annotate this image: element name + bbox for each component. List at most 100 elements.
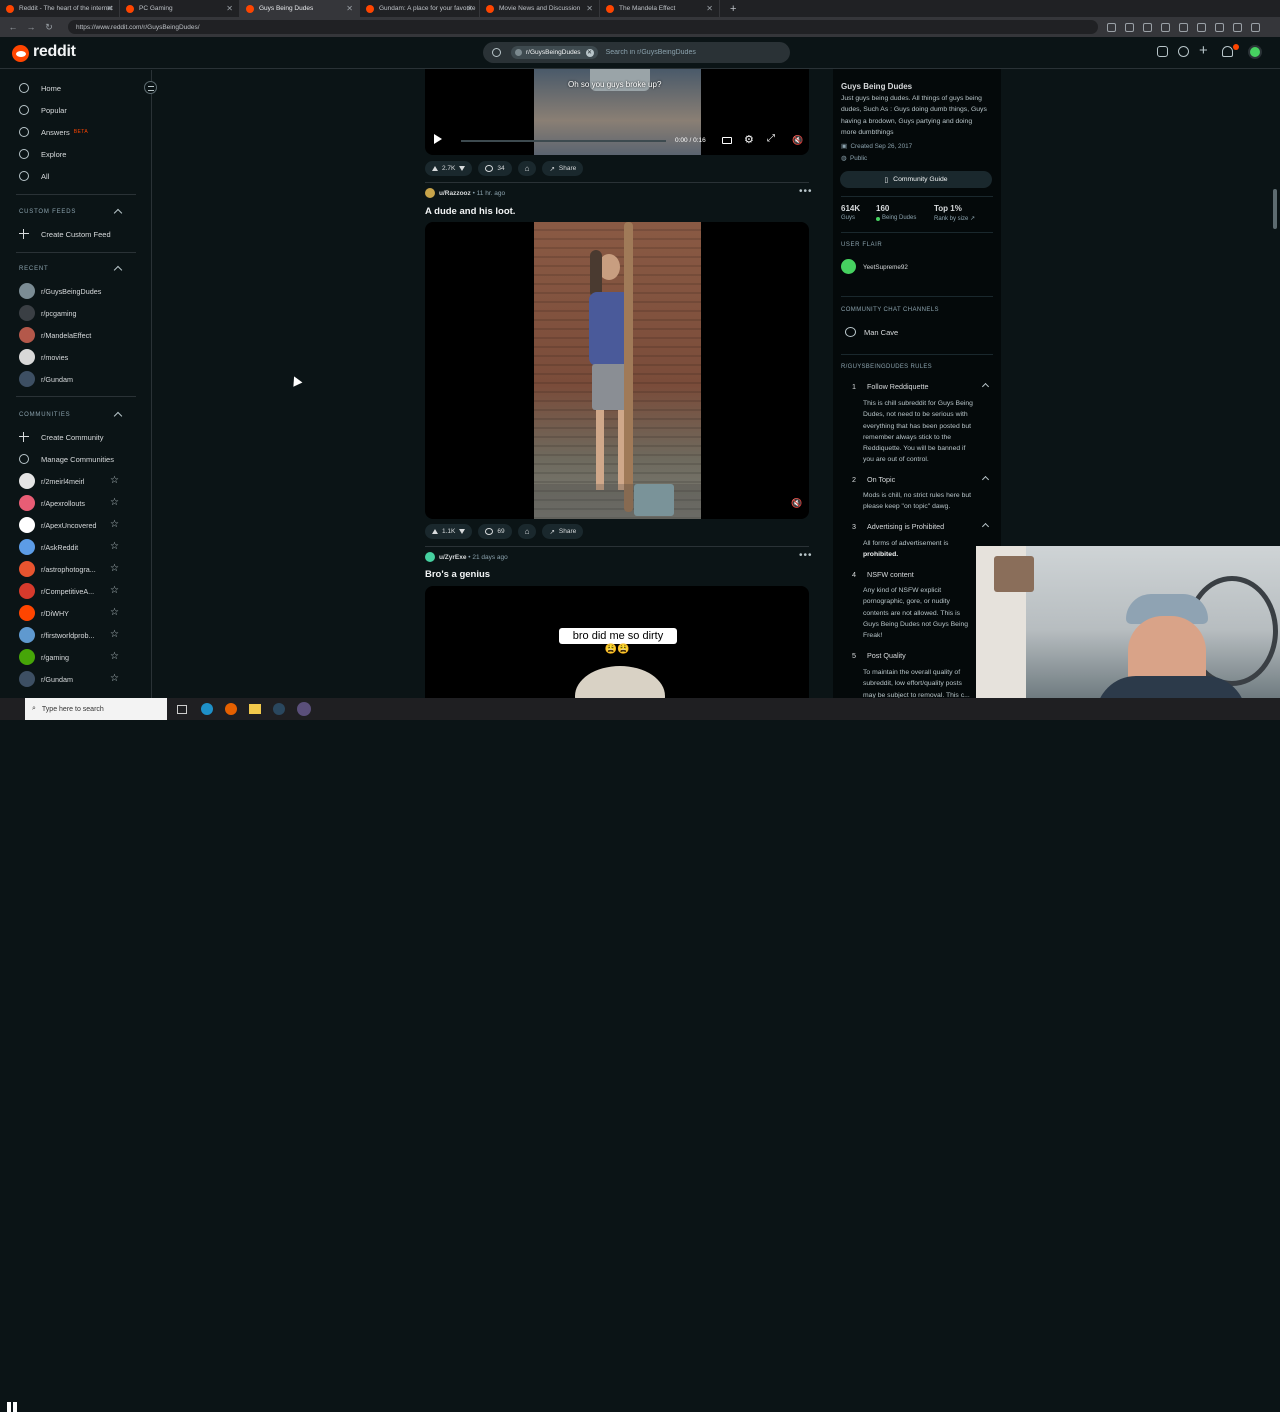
settings-gear-icon[interactable]: ⚙ (744, 133, 754, 146)
collapse-sidebar-button[interactable] (144, 81, 157, 94)
play-icon[interactable] (434, 134, 442, 144)
upvote-icon[interactable] (432, 529, 438, 534)
recent-item[interactable]: r/GuysBeingDudes (19, 282, 129, 300)
close-tab-icon[interactable]: ✕ (706, 4, 713, 13)
flair-username[interactable]: YeetSupreme92 (863, 264, 908, 271)
notifications-bell-icon[interactable] (1222, 46, 1233, 57)
user-avatar[interactable] (1248, 45, 1262, 59)
recent-item[interactable]: r/pcgaming (19, 304, 129, 322)
downvote-icon[interactable] (459, 529, 466, 534)
nav-explore[interactable]: Explore (19, 145, 129, 163)
favorite-star-icon[interactable]: ☆ (110, 497, 119, 508)
favorite-star-icon[interactable]: ☆ (110, 629, 119, 640)
taskbar-search[interactable]: ⌕ Type here to search (25, 698, 167, 720)
zoom-icon[interactable] (1125, 22, 1134, 32)
video-player[interactable]: 🔇 (425, 222, 809, 519)
mute-icon[interactable]: 🔇 (792, 135, 803, 146)
favorite-star-icon[interactable]: ☆ (110, 607, 119, 618)
recent-item[interactable]: r/Gundam (19, 370, 129, 388)
post-title[interactable]: Bro's a genius (425, 569, 490, 580)
browser-tab-active[interactable]: Guys Being Dudes ✕ (240, 0, 360, 17)
url-field[interactable]: https://www.reddit.com/r/GuysBeingDudes/ (68, 20, 1098, 34)
community-item[interactable]: r/CompetitiveA... ☆ (19, 582, 129, 600)
user-avatar[interactable] (425, 188, 435, 198)
reload-icon[interactable]: ↻ (44, 22, 54, 33)
award-button[interactable]: ⌂ (517, 524, 537, 539)
browser-tab[interactable]: Reddit - The heart of the internet ✕ (0, 0, 120, 17)
share-button[interactable]: ↗ Share (542, 524, 584, 539)
community-item[interactable]: r/DiWHY ☆ (19, 604, 129, 622)
subreddit-search-chip[interactable]: r/GuysBeingDudes ✕ (511, 46, 598, 59)
chevron-up-icon[interactable] (113, 411, 123, 421)
favorites-icon[interactable] (1197, 22, 1206, 32)
rule-4-toggle[interactable]: 4 NSFW content (841, 568, 991, 582)
back-icon[interactable]: ← (8, 22, 18, 32)
fullscreen-icon[interactable]: ⤢ (767, 133, 775, 144)
create-custom-feed-button[interactable]: Create Custom Feed (19, 225, 129, 243)
community-item[interactable]: r/Gundam ☆ (19, 670, 129, 688)
video-player[interactable]: Oh so you guys broke up? 0:00 / 0:16 ⚙ ⤢… (425, 69, 809, 155)
share-button[interactable]: ↗ Share (542, 161, 584, 176)
chevron-up-icon[interactable] (113, 265, 123, 275)
community-guide-button[interactable]: ▯ Community Guide (840, 171, 992, 188)
favorite-star-icon[interactable]: ☆ (110, 651, 119, 662)
advertise-icon[interactable] (1157, 46, 1168, 57)
video-progress-track[interactable] (461, 140, 666, 142)
create-community-button[interactable]: Create Community (19, 428, 129, 446)
user-avatar[interactable] (425, 552, 435, 562)
chat-icon[interactable] (1178, 46, 1189, 57)
favorite-star-icon[interactable]: ☆ (110, 585, 119, 596)
browser-tab[interactable]: PC Gaming ✕ (120, 0, 240, 17)
close-tab-icon[interactable]: ✕ (346, 4, 353, 13)
upvote-icon[interactable] (432, 166, 438, 171)
favorite-star-icon[interactable]: ☆ (110, 519, 119, 530)
rule-1-toggle[interactable]: 1 Follow Reddiquette (841, 380, 991, 394)
vote-control[interactable]: 1.1K (425, 524, 473, 539)
browser-tab[interactable]: Movie News and Discussion ✕ (480, 0, 600, 17)
chat-channel-link[interactable]: Man Cave (864, 328, 898, 337)
community-item[interactable]: r/gaming ☆ (19, 648, 129, 666)
close-tab-icon[interactable]: ✕ (106, 4, 113, 13)
windows-start-icon[interactable] (7, 1402, 17, 1412)
close-tab-icon[interactable]: ✕ (226, 4, 233, 13)
post-options-icon[interactable]: ••• (799, 186, 813, 197)
more-menu-icon[interactable] (1251, 22, 1260, 32)
rule-2-toggle[interactable]: 2 On Topic (841, 473, 991, 487)
collections-icon[interactable] (1215, 22, 1224, 32)
nav-home[interactable]: Home (19, 79, 129, 97)
file-explorer-icon[interactable] (249, 704, 261, 714)
vote-control[interactable]: 2.7K (425, 161, 473, 176)
recent-heading[interactable]: RECENT (19, 266, 48, 272)
comments-button[interactable]: 34 (478, 161, 512, 176)
new-tab-button[interactable]: + (730, 3, 736, 15)
edge-browser-icon[interactable] (201, 703, 213, 715)
nav-answers[interactable]: Answers BETA (19, 123, 129, 141)
close-tab-icon[interactable]: ✕ (586, 4, 593, 13)
manage-communities-button[interactable]: Manage Communities (19, 450, 129, 468)
favorite-star-icon[interactable]: ☆ (110, 563, 119, 574)
mute-icon[interactable]: 🔇 (791, 498, 802, 509)
community-item[interactable]: r/2meirl4meirl ☆ (19, 472, 129, 490)
rule-5-toggle[interactable]: 5 Post Quality (841, 649, 991, 663)
refresh-icon[interactable] (1161, 22, 1170, 32)
community-item[interactable]: r/ApexUncovered ☆ (19, 516, 129, 534)
video-player[interactable]: bro did me so dirty 😩😩 (425, 586, 809, 698)
post-options-icon[interactable]: ••• (799, 550, 813, 561)
recent-item[interactable]: r/MandelaEffect (19, 326, 129, 344)
post-author[interactable]: u/Razzooz (439, 190, 471, 197)
rule-3-toggle[interactable]: 3 Advertising is Prohibited (841, 520, 991, 534)
communities-heading[interactable]: COMMUNITIES (19, 412, 70, 418)
reddit-logo-icon[interactable] (12, 45, 29, 62)
search-input[interactable] (605, 49, 766, 56)
community-item[interactable]: r/Apexrollouts ☆ (19, 494, 129, 512)
community-item[interactable]: r/astrophotogra... ☆ (19, 560, 129, 578)
favorite-star-icon[interactable]: ☆ (110, 475, 119, 486)
rank-link[interactable]: Rank by size ↗ (934, 215, 975, 222)
reddit-wordmark[interactable]: reddit (33, 43, 76, 61)
nav-all[interactable]: All (19, 167, 129, 185)
chevron-up-icon[interactable] (113, 208, 123, 218)
nav-popular[interactable]: Popular (19, 101, 129, 119)
favorite-star-icon[interactable]: ☆ (110, 673, 119, 684)
custom-feeds-heading[interactable]: CUSTOM FEEDS (19, 209, 76, 215)
downvote-icon[interactable] (459, 166, 466, 171)
